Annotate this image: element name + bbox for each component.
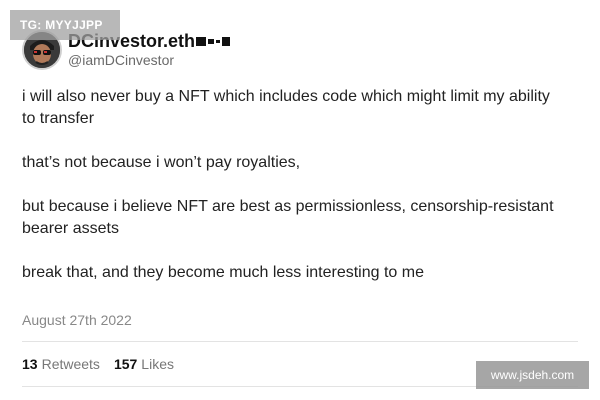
tweet-stats: 13 Retweets 157 Likes: [22, 356, 174, 372]
retweets-count: 13: [22, 356, 38, 372]
likes-label: Likes: [141, 356, 174, 372]
tweet-paragraph: but because i believe NFT are best as pe…: [22, 198, 554, 237]
watermark-top: TG: MYYJJPP: [10, 10, 120, 40]
likes-count: 157: [113, 356, 138, 372]
profile-badge-icon: [196, 34, 234, 48]
likes-stat[interactable]: 157 Likes: [114, 356, 174, 372]
tweet-text: i will also never buy a NFT which includ…: [22, 86, 562, 306]
tweet-date[interactable]: August 27th 2022: [22, 312, 132, 328]
user-handle[interactable]: @iamDCinvestor: [68, 52, 174, 68]
tweet-paragraph: i will also never buy a NFT which includ…: [22, 88, 550, 127]
retweets-label: Retweets: [41, 356, 100, 372]
tweet-paragraph: break that, and they become much less in…: [22, 264, 424, 281]
tweet-screenshot: TG: MYYJJPP DCinvestor.eth @iamDCinvesto…: [0, 0, 600, 400]
divider: [22, 341, 578, 342]
watermark-bottom: www.jsdeh.com: [476, 361, 589, 389]
retweets-stat[interactable]: 13 Retweets: [22, 356, 100, 372]
tweet-paragraph: that’s not because i won’t pay royalties…: [22, 154, 301, 171]
